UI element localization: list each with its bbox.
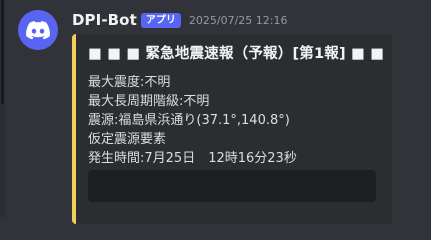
occurrence-time-line: 発生時間:7月25日 12時16分23秒	[88, 151, 297, 166]
assumed-epicenter-line: 仮定震源要素	[88, 132, 167, 147]
discord-logo-icon	[26, 20, 50, 39]
embed-card: ■ ■ ■ 緊急地震速報（予報）[第1報] ■ ■ 最大震度:不明 最大長周期階…	[72, 34, 392, 224]
message-header: DPI-Bot アプリ 2025/07/25 12:16	[72, 10, 287, 30]
message-timestamp[interactable]: 2025/07/25 12:16	[189, 14, 288, 27]
epicenter-line: 震源:福島県浜通り(37.1°,140.8°)	[88, 113, 290, 128]
chat-message: DPI-Bot アプリ 2025/07/25 12:16 ■ ■ ■ 緊急地震速…	[0, 0, 431, 224]
app-badge: アプリ	[140, 12, 181, 28]
embed-title: ■ ■ ■ 緊急地震速報（予報）[第1報] ■ ■	[88, 46, 385, 62]
embed-field-box	[88, 170, 376, 202]
max-long-period-class-line: 最大長周期階級:不明	[88, 94, 210, 109]
author-name[interactable]: DPI-Bot	[72, 11, 137, 29]
avatar[interactable]	[18, 10, 58, 50]
max-intensity-line: 最大震度:不明	[88, 75, 171, 90]
embed-description: 最大震度:不明 最大長周期階級:不明 震源:福島県浜通り(37.1°,140.8…	[88, 73, 297, 168]
